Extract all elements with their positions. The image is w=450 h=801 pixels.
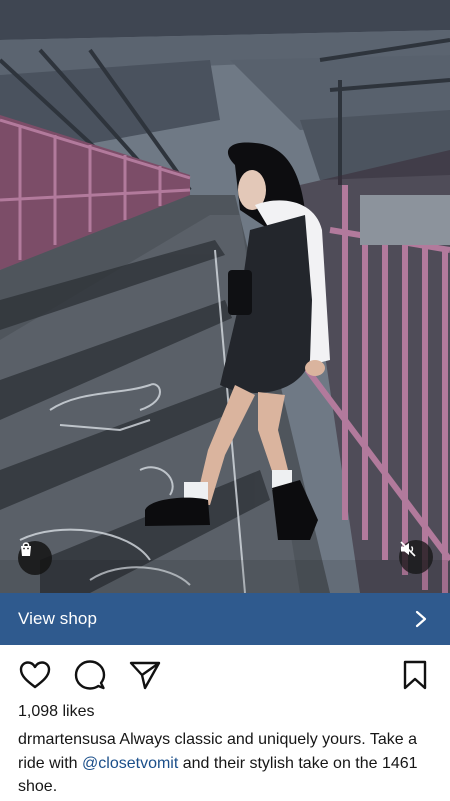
likes-count[interactable]: 1,098 likes bbox=[18, 703, 95, 721]
post-action-row bbox=[0, 652, 450, 696]
share-button[interactable] bbox=[128, 658, 162, 692]
view-shop-button[interactable]: View shop bbox=[0, 593, 450, 645]
post-photo[interactable] bbox=[0, 0, 450, 593]
save-button[interactable] bbox=[398, 658, 432, 692]
caption-mention-link[interactable]: @closetvomit bbox=[82, 755, 178, 772]
shopping-tag-button[interactable] bbox=[18, 541, 52, 575]
like-button[interactable] bbox=[18, 658, 52, 692]
view-shop-label: View shop bbox=[18, 609, 98, 628]
bookmark-icon bbox=[403, 660, 427, 690]
comment-button[interactable] bbox=[73, 658, 107, 692]
speaker-muted-icon bbox=[400, 541, 416, 557]
chevron-right-icon bbox=[415, 610, 427, 628]
comment-icon bbox=[74, 660, 106, 690]
mute-toggle-button[interactable] bbox=[399, 540, 433, 574]
paper-plane-icon bbox=[129, 661, 161, 690]
caption-username[interactable]: drmartensusa bbox=[18, 731, 116, 748]
bridge-walkway-illustration bbox=[0, 0, 450, 593]
shopping-bag-icon bbox=[21, 542, 31, 556]
caption-text-part2: and their stylish take on the 1461 shoe. bbox=[18, 754, 418, 796]
post-caption: drmartensusa Always classic and uniquely… bbox=[18, 728, 436, 799]
heart-icon bbox=[19, 661, 51, 689]
